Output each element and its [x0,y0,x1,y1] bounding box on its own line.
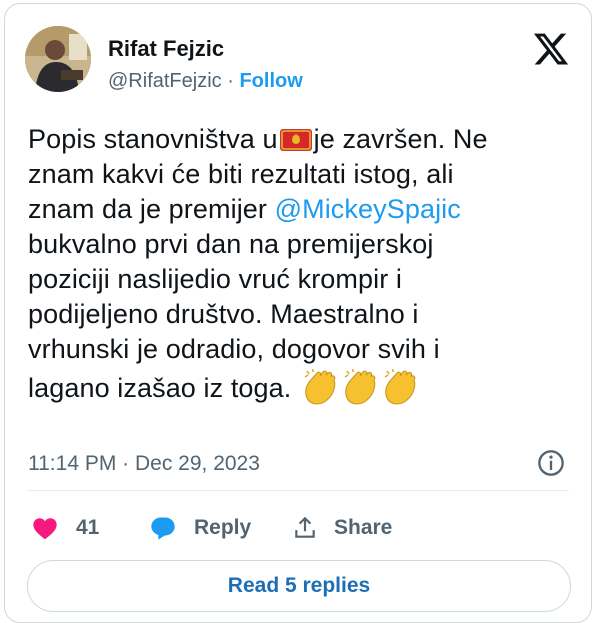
avatar[interactable] [25,26,91,92]
like-button[interactable]: 41 [30,512,99,544]
tweet-text-segment: znam kakvi će biti rezultati istog, ali [28,159,454,189]
reply-bubble-icon [151,517,175,540]
reply-button[interactable]: Reply [148,512,251,544]
share-label: Share [334,516,393,539]
clapping-hands-icon [344,369,376,405]
divider [27,490,569,491]
tweet-text-segment: znam da je premijer [28,194,275,224]
follow-button[interactable]: Follow [239,70,302,92]
author-handle-row: @RifatFejzic · Follow [108,70,303,93]
avatar-image [25,26,91,92]
read-replies-button[interactable]: Read 5 replies [27,560,571,612]
tweet-card: Rifat Fejzic @RifatFejzic · Follow Popis… [4,3,592,623]
share-upload-icon [295,516,315,538]
reply-label: Reply [194,516,252,539]
share-button[interactable]: Share [292,512,392,544]
clapping-hands-icon [384,369,416,405]
tweet-text: Popis stanovništva u je završen. Ne znam … [28,122,583,406]
separator: · [227,70,234,92]
read-replies-label: Read 5 replies [227,574,371,597]
mention-link[interactable]: @MickeySpajic [275,194,461,224]
tweet-text-segment: poziciji naslijedio vruć krompir i [28,264,403,294]
heart-icon [33,518,57,540]
tweet-text-segment: bukvalno prvi dan na premijerskoj [28,229,434,259]
like-count: 41 [76,516,100,539]
clapping-hands-icon [304,369,336,405]
tweet-text-segment: Popis stanovništva u [28,124,278,154]
info-icon[interactable] [537,449,565,477]
author-handle[interactable]: @RifatFejzic [108,70,222,92]
montenegro-flag-icon [279,129,312,151]
tweet-text-segment: vrhunski je odradio, dogovor svih i [28,334,440,364]
tweet-text-segment: je završen. Ne [313,124,488,154]
x-logo-icon[interactable] [531,30,571,68]
tweet-timestamp[interactable]: 11:14 PM · Dec 29, 2023 [28,452,260,476]
author-name[interactable]: Rifat Fejzic [108,36,224,62]
tweet-text-segment: lagano izašao iz toga. [28,373,292,403]
tweet-text-segment: podijeljeno društvo. Maestralno i [28,299,419,329]
